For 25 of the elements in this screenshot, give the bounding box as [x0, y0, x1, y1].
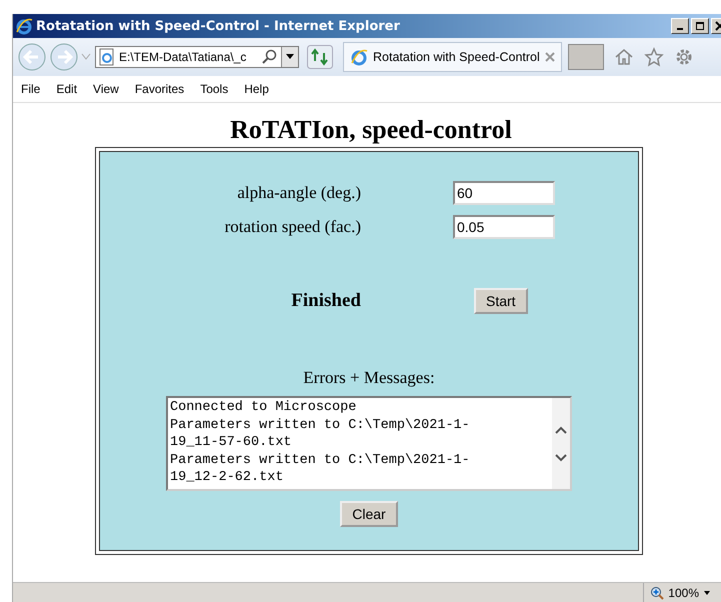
address-field[interactable]: E:\TEM-Data\Tatiana\_c — [95, 46, 299, 68]
menu-item[interactable]: Favorites — [134, 82, 184, 96]
menu-item[interactable]: Tools — [200, 82, 228, 96]
page-heading: RoTATIon, speed-control — [230, 115, 512, 145]
window-title: Rotatation with Speed-Control - Internet Explorer — [36, 18, 401, 34]
status-text: Finished — [290, 290, 361, 312]
menu-item[interactable]: File — [21, 82, 40, 96]
clear-button[interactable]: Clear — [340, 501, 398, 527]
messages-label: Errors + Messages: — [303, 368, 435, 388]
message-line: Parameters written to C:\Temp\2021-1- — [170, 416, 471, 434]
message-line: 19_11-57-60.txt — [170, 434, 293, 452]
messages-textarea[interactable]: Connected to Microscope Parameters written to C:\Temp\2021-1- 19_11-57-60.txt Parameters written to C:\Temp\2021-1- 19_12-2-62.txt — [166, 396, 572, 491]
message-line: Connected to Microscope — [170, 399, 358, 416]
zoom-control[interactable]: 100% — [643, 583, 721, 602]
browser-tab[interactable]: Rotatation with Speed-Control — [343, 42, 562, 72]
input-field[interactable]: 60 — [453, 181, 555, 205]
start-button[interactable]: Start — [474, 288, 528, 314]
menu-item[interactable]: Edit — [56, 82, 78, 96]
message-line: Parameters written to C:\Temp\2021-1- — [170, 452, 471, 469]
input-field[interactable]: 0.05 — [453, 215, 555, 239]
field-label: alpha-angle (deg.) — [236, 183, 361, 203]
menu-item[interactable]: View — [93, 82, 119, 96]
field-label: rotation speed (fac.) — [224, 217, 361, 237]
message-line: 19_12-2-62.txt — [170, 469, 284, 486]
menu-item[interactable]: Help — [244, 82, 269, 96]
